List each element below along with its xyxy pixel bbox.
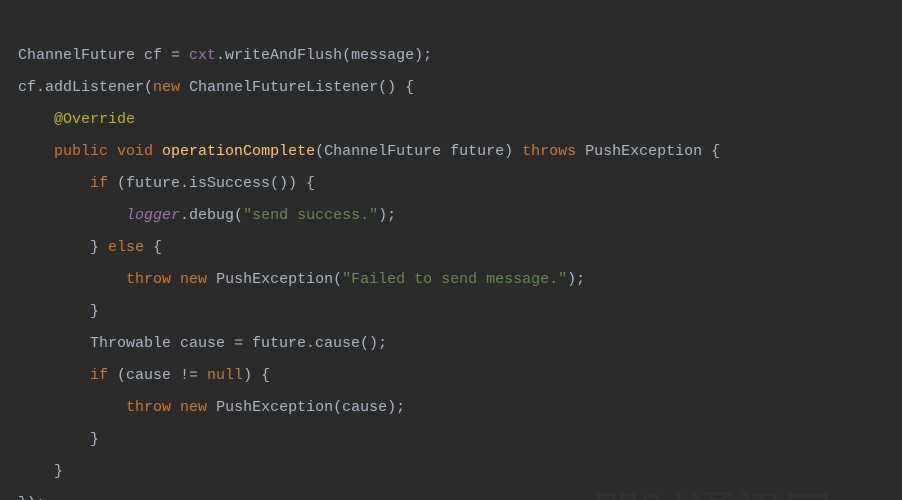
- line-5: if (future.isSuccess()) {: [18, 175, 315, 192]
- text: Throwable cause = future.cause();: [90, 335, 387, 352]
- line-9: }: [18, 303, 99, 320]
- annotation: @Override: [54, 111, 135, 128]
- keyword: void: [117, 143, 162, 160]
- text: );: [567, 271, 585, 288]
- keyword: new: [153, 79, 189, 96]
- line-14: }: [18, 463, 63, 480]
- text: .writeAndFlush(message);: [216, 47, 432, 64]
- keyword: new: [180, 271, 216, 288]
- keyword: if: [90, 175, 117, 192]
- line-8: throw new PushException("Failed to send …: [18, 271, 585, 288]
- text: {: [153, 239, 162, 256]
- line-7: } else {: [18, 239, 162, 256]
- line-10: Throwable cause = future.cause();: [18, 335, 387, 352]
- keyword: throw: [126, 271, 180, 288]
- text: ChannelFutureListener() {: [189, 79, 414, 96]
- text: .debug(: [180, 207, 243, 224]
- text: );: [378, 207, 396, 224]
- text: (ChannelFuture future): [315, 143, 522, 160]
- keyword: throw: [126, 399, 180, 416]
- line-1: ChannelFuture cf = cxt.writeAndFlush(mes…: [18, 47, 432, 64]
- variable: cxt: [189, 47, 216, 64]
- text: ChannelFuture cf =: [18, 47, 189, 64]
- field: logger: [126, 207, 180, 224]
- line-11: if (cause != null) {: [18, 367, 270, 384]
- line-6: logger.debug("send success.");: [18, 207, 396, 224]
- line-2: cf.addListener(new ChannelFutureListener…: [18, 79, 414, 96]
- text: });: [18, 495, 45, 500]
- keyword: new: [180, 399, 216, 416]
- line-15: });: [18, 495, 45, 500]
- text: PushException(: [216, 271, 342, 288]
- line-3: @Override: [18, 111, 135, 128]
- line-12: throw new PushException(cause);: [18, 399, 405, 416]
- method-name: operationComplete: [162, 143, 315, 160]
- keyword: else: [108, 239, 153, 256]
- line-4: public void operationComplete(ChannelFut…: [18, 143, 720, 160]
- text: }: [90, 303, 99, 320]
- string: "send success.": [243, 207, 378, 224]
- keyword: null: [207, 367, 243, 384]
- text: PushException(cause);: [216, 399, 405, 416]
- text: PushException {: [585, 143, 720, 160]
- text: }: [90, 431, 99, 448]
- line-13: }: [18, 431, 99, 448]
- keyword: if: [90, 367, 117, 384]
- text: }: [54, 463, 63, 480]
- text: ) {: [243, 367, 270, 384]
- text: (cause !=: [117, 367, 207, 384]
- text: cf.addListener(: [18, 79, 153, 96]
- text: (future.isSuccess()) {: [117, 175, 315, 192]
- text: }: [90, 239, 108, 256]
- keyword: throws: [522, 143, 585, 160]
- string: "Failed to send message.": [342, 271, 567, 288]
- keyword: public: [54, 143, 117, 160]
- code-block: ChannelFuture cf = cxt.writeAndFlush(mes…: [0, 0, 902, 500]
